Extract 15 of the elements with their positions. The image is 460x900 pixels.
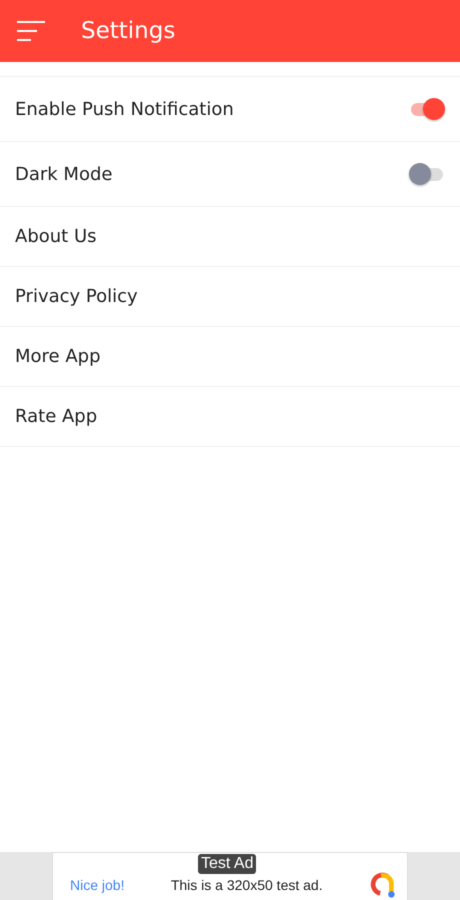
menu-icon[interactable]: [17, 21, 47, 41]
settings-item[interactable]: More App: [0, 326, 460, 386]
settings-item[interactable]: Privacy Policy: [0, 266, 460, 326]
ad-text: This is a 320x50 test ad.: [170, 876, 324, 892]
toggle-switch[interactable]: [409, 162, 445, 186]
setting-label: Dark Mode: [15, 164, 112, 184]
settings-item[interactable]: Rate App: [0, 386, 460, 447]
toggle-switch[interactable]: [409, 97, 445, 121]
test-ad-badge: Test Ad: [198, 854, 256, 874]
app-bar-title: Settings: [81, 18, 176, 44]
setting-label: Enable Push Notification: [15, 98, 234, 120]
ad-logo-icon: [369, 870, 397, 898]
settings-item[interactable]: About Us: [0, 206, 460, 266]
ad-headline: Nice job!: [70, 876, 124, 892]
ad-banner[interactable]: Test Ad Nice job! This is a 320x50 test ad.: [52, 852, 408, 900]
